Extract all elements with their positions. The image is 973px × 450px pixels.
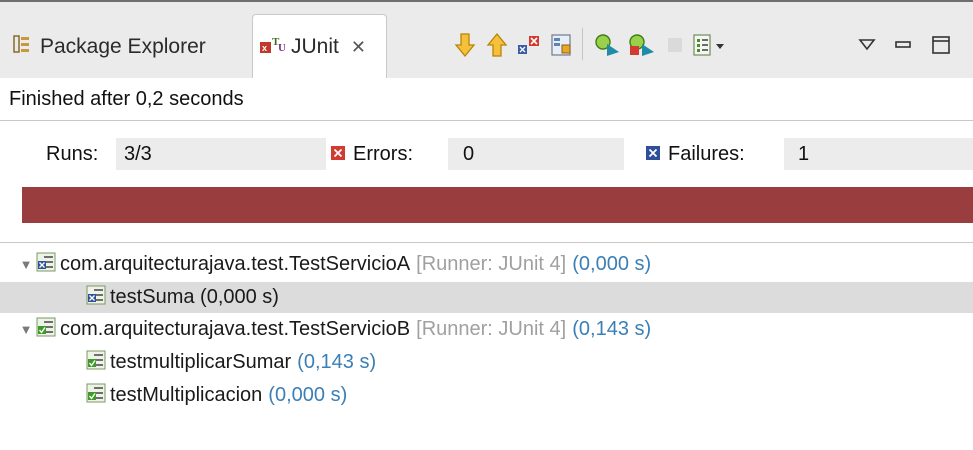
failure-icon <box>646 143 660 166</box>
tree-row-testmultiplicacion[interactable]: testMultiplicacion (0,000 s) <box>0 380 973 411</box>
errors-label: Errors: <box>353 142 413 165</box>
previous-failure-icon[interactable] <box>482 30 512 60</box>
stop-icon[interactable] <box>660 30 690 60</box>
expand-triangle-icon[interactable]: ▼ <box>19 322 33 337</box>
runs-label: Runs: <box>46 142 99 165</box>
errors-counter: Errors: <box>331 138 413 170</box>
tree-row-suite-a[interactable]: ▼ com.arquitecturajava.test.TestServicio… <box>0 249 973 280</box>
failures-counter: Failures: <box>646 138 745 170</box>
junit-icon: x T U <box>259 33 286 61</box>
passed-test-icon <box>86 383 106 409</box>
suite-name: com.arquitecturajava.test.TestServicioA <box>60 253 411 275</box>
duration: (0,000 s) <box>268 384 348 406</box>
tab-package-explorer[interactable]: Package Explorer <box>12 27 206 67</box>
errors-value-box <box>448 138 624 170</box>
errors-value: 0 <box>463 143 475 165</box>
tab-junit[interactable]: x T U JUnit ✕ <box>252 14 387 79</box>
runner-info: [Runner: JUnit 4] <box>416 318 567 340</box>
test-name: testSuma (0,000 s) <box>110 286 279 308</box>
test-name: testMultiplicacion <box>110 384 263 406</box>
status-message: Finished after 0,2 seconds <box>9 88 244 110</box>
package-explorer-icon <box>12 34 32 60</box>
tree-row-testmultiplicarsumar[interactable]: testmultiplicarSumar (0,143 s) <box>0 347 973 378</box>
duration: (0,000 s) <box>572 253 652 275</box>
duration: (0,143 s) <box>572 318 652 340</box>
error-icon <box>331 143 345 166</box>
minimize-icon[interactable] <box>888 30 918 60</box>
scroll-lock-icon[interactable] <box>546 30 576 60</box>
expand-triangle-icon[interactable]: ▼ <box>19 257 33 272</box>
rerun-failed-first-icon[interactable] <box>626 30 656 60</box>
tab-label: Package Explorer <box>40 35 206 58</box>
suite-name: com.arquitecturajava.test.TestServicioB <box>60 318 411 340</box>
close-tab-icon[interactable]: ✕ <box>351 37 366 58</box>
divider <box>0 242 973 243</box>
toolbar-separator <box>582 28 583 60</box>
failed-test-icon <box>86 285 106 311</box>
test-progress-bar <box>22 187 973 223</box>
tree-row-testsuma[interactable]: testSuma (0,000 s) <box>0 282 973 313</box>
passed-test-icon <box>86 350 106 376</box>
failures-value-box <box>784 138 973 170</box>
view-menu-icon[interactable] <box>852 30 882 60</box>
runner-info: [Runner: JUnit 4] <box>416 253 567 275</box>
tab-label: JUnit <box>291 35 339 58</box>
maximize-icon[interactable] <box>926 30 956 60</box>
rerun-test-icon[interactable] <box>592 30 622 60</box>
test-name: testmultiplicarSumar <box>110 351 292 373</box>
failures-label: Failures: <box>668 142 745 165</box>
show-failures-only-icon[interactable] <box>514 30 544 60</box>
test-run-history-icon[interactable] <box>690 30 730 60</box>
passed-suite-icon <box>36 317 56 343</box>
tree-row-suite-b[interactable]: ▼ com.arquitecturajava.test.TestServicio… <box>0 314 973 345</box>
failed-suite-icon <box>36 252 56 278</box>
runs-value: 3/3 <box>124 143 152 165</box>
svg-text:x: x <box>262 43 267 53</box>
failures-value: 1 <box>798 143 810 165</box>
svg-text:U: U <box>278 42 285 54</box>
duration: (0,143 s) <box>297 351 377 373</box>
top-border <box>0 0 973 2</box>
next-failure-icon[interactable] <box>450 30 480 60</box>
